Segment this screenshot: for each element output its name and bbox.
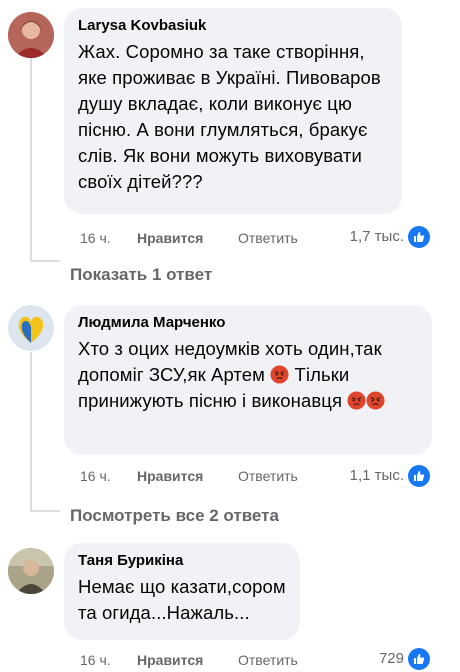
angry-face-icon	[270, 365, 289, 384]
reaction-count-text: 1,7 тыс.	[349, 228, 404, 245]
comment-bubble: Людмила Марченко Хто з оцих недоумків хо…	[64, 305, 432, 455]
avatar-image	[8, 12, 54, 58]
comment-bubble: Larysa Kovbasiuk Жах. Соромно за таке ст…	[64, 8, 402, 214]
reply-button[interactable]: Ответить	[238, 229, 298, 247]
avatar[interactable]	[8, 305, 54, 351]
like-button[interactable]: Нравится	[137, 229, 203, 247]
comment-author[interactable]: Людмила Марченко	[78, 313, 418, 333]
thread-line	[30, 510, 60, 512]
reaction-count-text: 729	[378, 650, 404, 667]
comment-time[interactable]: 16 ч.	[80, 467, 111, 485]
show-replies-link[interactable]: Показать 1 ответ	[70, 264, 212, 286]
comment-text: Хто з оцих недоумків хоть один,так допом…	[78, 336, 418, 414]
reply-button[interactable]: Ответить	[238, 651, 298, 669]
comment-author[interactable]: Larysa Kovbasiuk	[78, 16, 388, 36]
thread-line	[30, 260, 60, 262]
reaction-count[interactable]: 729	[379, 648, 430, 670]
comment-text: Немає що казати,сором та огида...Нажаль.…	[78, 576, 286, 623]
comment-time[interactable]: 16 ч.	[80, 651, 111, 669]
angry-face-icon	[366, 391, 385, 410]
like-icon	[408, 465, 430, 487]
comment-author[interactable]: Таня Бурикіна	[78, 551, 286, 571]
reply-button[interactable]: Ответить	[238, 467, 298, 485]
avatar-image	[8, 548, 54, 594]
comment-bubble: Таня Бурикіна Немає що казати,сором та о…	[64, 543, 300, 640]
reaction-count[interactable]: 1,1 тыс.	[350, 465, 430, 487]
comment-time[interactable]: 16 ч.	[80, 229, 111, 247]
like-icon	[408, 226, 430, 248]
angry-face-icon	[347, 391, 366, 410]
comment-text: Жах. Соромно за таке створіння, яке прож…	[78, 41, 381, 192]
avatar-image	[8, 305, 54, 351]
like-button[interactable]: Нравится	[137, 467, 203, 485]
reaction-count-text: 1,1 тыс.	[349, 467, 404, 484]
reaction-count[interactable]: 1,7 тыс.	[350, 226, 430, 248]
thread-line	[30, 54, 32, 262]
avatar[interactable]	[8, 548, 54, 594]
show-replies-link[interactable]: Посмотреть все 2 ответа	[70, 505, 279, 527]
like-icon	[408, 648, 430, 670]
like-button[interactable]: Нравится	[137, 651, 203, 669]
thread-line	[30, 352, 32, 512]
avatar[interactable]	[8, 12, 54, 58]
